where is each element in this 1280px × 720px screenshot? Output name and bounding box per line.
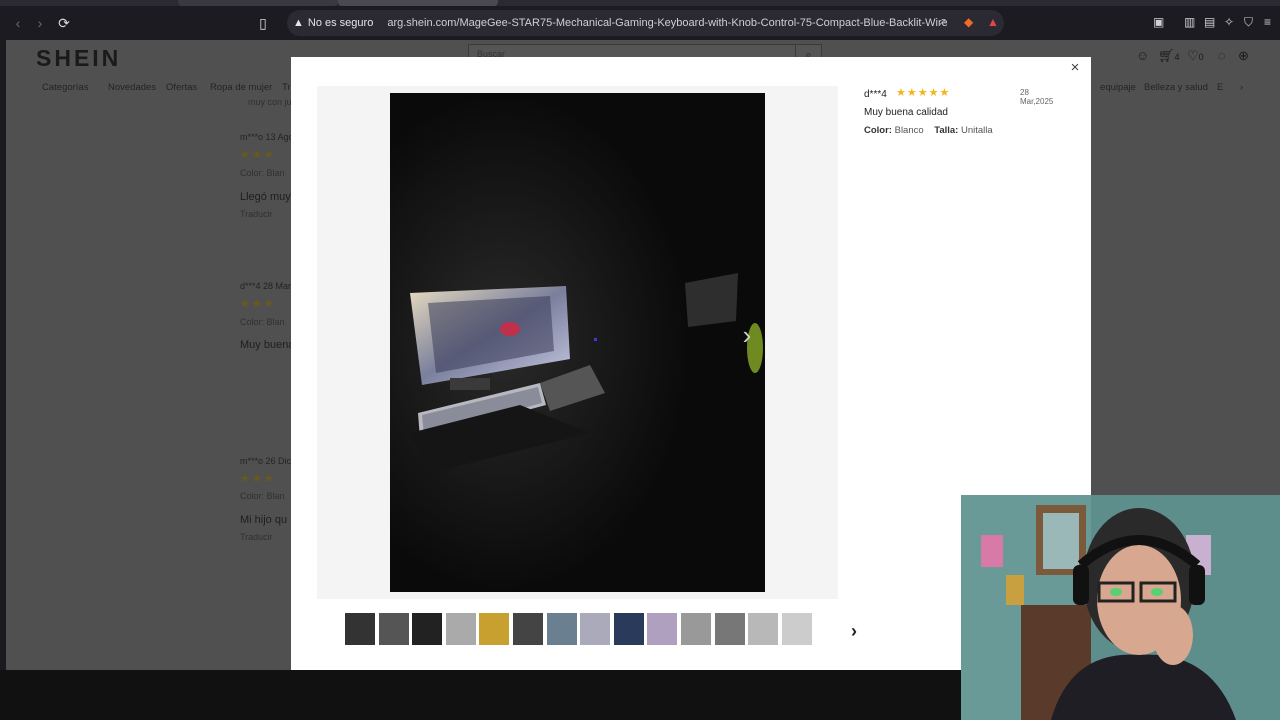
webcam-graphic: [961, 495, 1280, 720]
sidebar-icon[interactable]: ▥: [1184, 15, 1195, 29]
review-thumbnail[interactable]: [345, 613, 375, 645]
review-thumbnail[interactable]: [681, 613, 711, 645]
review-photo: [390, 93, 765, 592]
review-user: m***o 26 Dic: [240, 456, 292, 466]
review-user: m***o 13 Ago: [240, 132, 294, 142]
address-bar[interactable]: ▲ No es seguro arg.shein.com/MageGee-STA…: [287, 10, 1004, 36]
review-text: Llegó muy: [240, 191, 291, 203]
review-text: Mi hijo qu: [240, 514, 288, 526]
review-attributes: Color: Blanco Talla: Unitalla: [864, 125, 993, 136]
leo-ai-icon[interactable]: ✧: [1224, 15, 1234, 29]
review-thumbnail[interactable]: [714, 613, 745, 645]
review-thumbnail[interactable]: [748, 613, 779, 645]
review-thumbnail[interactable]: [546, 613, 577, 645]
forward-icon[interactable]: ›: [30, 13, 50, 33]
size-label: Talla:: [934, 125, 959, 136]
next-thumb-icon[interactable]: ›: [851, 621, 857, 642]
review-thumbnail[interactable]: [647, 613, 678, 645]
security-label[interactable]: No es seguro: [308, 17, 373, 29]
review-stars: ★★★: [240, 298, 276, 310]
support-icon[interactable]: ◌: [1218, 48, 1226, 63]
vpn-icon[interactable]: ⛉: [1244, 15, 1253, 30]
color-label: Color:: [864, 125, 892, 136]
site-logo[interactable]: SHEIN: [36, 45, 121, 72]
nav-item[interactable]: Ropa de mujer: [210, 82, 272, 93]
review-thumbnail[interactable]: [445, 613, 476, 645]
wishlist-count: 0: [1198, 52, 1204, 62]
browser-toolbar: ‹ › ⟳ ▯ ▲ No es seguro arg.shein.com/Mag…: [0, 6, 1280, 40]
nav-item[interactable]: E: [1217, 82, 1223, 93]
review-thumbnail[interactable]: [781, 613, 812, 645]
nav-item[interactable]: Novedades: [108, 82, 156, 93]
reload-icon[interactable]: ⟳: [54, 13, 74, 33]
review-comment: Muy buena calidad: [864, 107, 948, 118]
review-text: Muy buena: [240, 339, 295, 351]
translate-link[interactable]: Traducir: [240, 209, 273, 219]
review-thumbnail[interactable]: [412, 613, 443, 645]
wishlist-icon[interactable]: ♡0: [1187, 48, 1204, 64]
review-thumbnail[interactable]: [378, 613, 409, 645]
reviewer-name: d***4: [864, 89, 887, 100]
review-attr: Color: Blan: [240, 491, 285, 501]
review-photo-graphic: [390, 93, 765, 592]
url-text[interactable]: arg.shein.com/MageGee-STAR75-Mechanical-…: [387, 17, 947, 29]
review-attr: Color: Blan: [240, 317, 285, 327]
review-thumbnail[interactable]: [513, 613, 543, 645]
translate-link[interactable]: Traducir: [240, 532, 273, 542]
rating-stars: ★★★★★: [896, 87, 951, 99]
review-snippet: muy con ju: [248, 97, 292, 107]
back-icon[interactable]: ‹: [8, 13, 28, 33]
review-date: 28 Mar,2025: [1020, 88, 1054, 106]
nav-item[interactable]: equipaje: [1100, 82, 1136, 93]
bookmark-icon[interactable]: ▯: [253, 13, 273, 33]
rewards-icon[interactable]: ▲: [987, 15, 999, 29]
wallet-icon[interactable]: ▤: [1204, 15, 1215, 29]
review-thumbnail[interactable]: [479, 613, 510, 645]
image-stage: ›: [317, 86, 838, 599]
review-thumbnail[interactable]: [613, 613, 644, 645]
nav-item[interactable]: Tr: [282, 82, 291, 93]
account-icon[interactable]: ☺: [1136, 48, 1149, 63]
browser-window: ‹ › ⟳ ▯ ▲ No es seguro arg.shein.com/Mag…: [0, 0, 1280, 720]
share-icon[interactable]: ↗: [937, 15, 947, 29]
brave-shield-icon[interactable]: ◆: [964, 15, 973, 29]
next-image-icon[interactable]: ›: [735, 320, 759, 350]
warning-icon: ▲: [293, 17, 304, 29]
nav-next-icon[interactable]: ›: [1240, 82, 1243, 93]
cart-icon[interactable]: 🛒︎4: [1158, 48, 1180, 64]
color-value: Blanco: [894, 125, 924, 136]
size-value: Unitalla: [960, 125, 993, 136]
nav-item[interactable]: Categorías: [42, 82, 88, 93]
menu-icon[interactable]: ≡: [1264, 15, 1271, 29]
screenshot-icon[interactable]: ▣: [1153, 15, 1164, 29]
bottom-band: [0, 670, 961, 720]
nav-item[interactable]: Ofertas: [166, 82, 197, 93]
close-icon[interactable]: ×: [1067, 59, 1083, 76]
review-user: d***4 28 Mar: [240, 281, 292, 291]
review-attr: Color: Blan: [240, 168, 285, 178]
globe-icon[interactable]: ⊕: [1238, 48, 1249, 64]
webcam-overlay: [961, 495, 1280, 720]
review-thumbnail[interactable]: [580, 613, 611, 645]
review-stars: ★★★: [240, 473, 276, 485]
nav-item[interactable]: Belleza y salud: [1144, 82, 1208, 93]
cart-count: 4: [1174, 52, 1180, 62]
thumbnail-strip: ‹ ›: [321, 612, 857, 648]
review-stars: ★★★: [240, 149, 276, 161]
